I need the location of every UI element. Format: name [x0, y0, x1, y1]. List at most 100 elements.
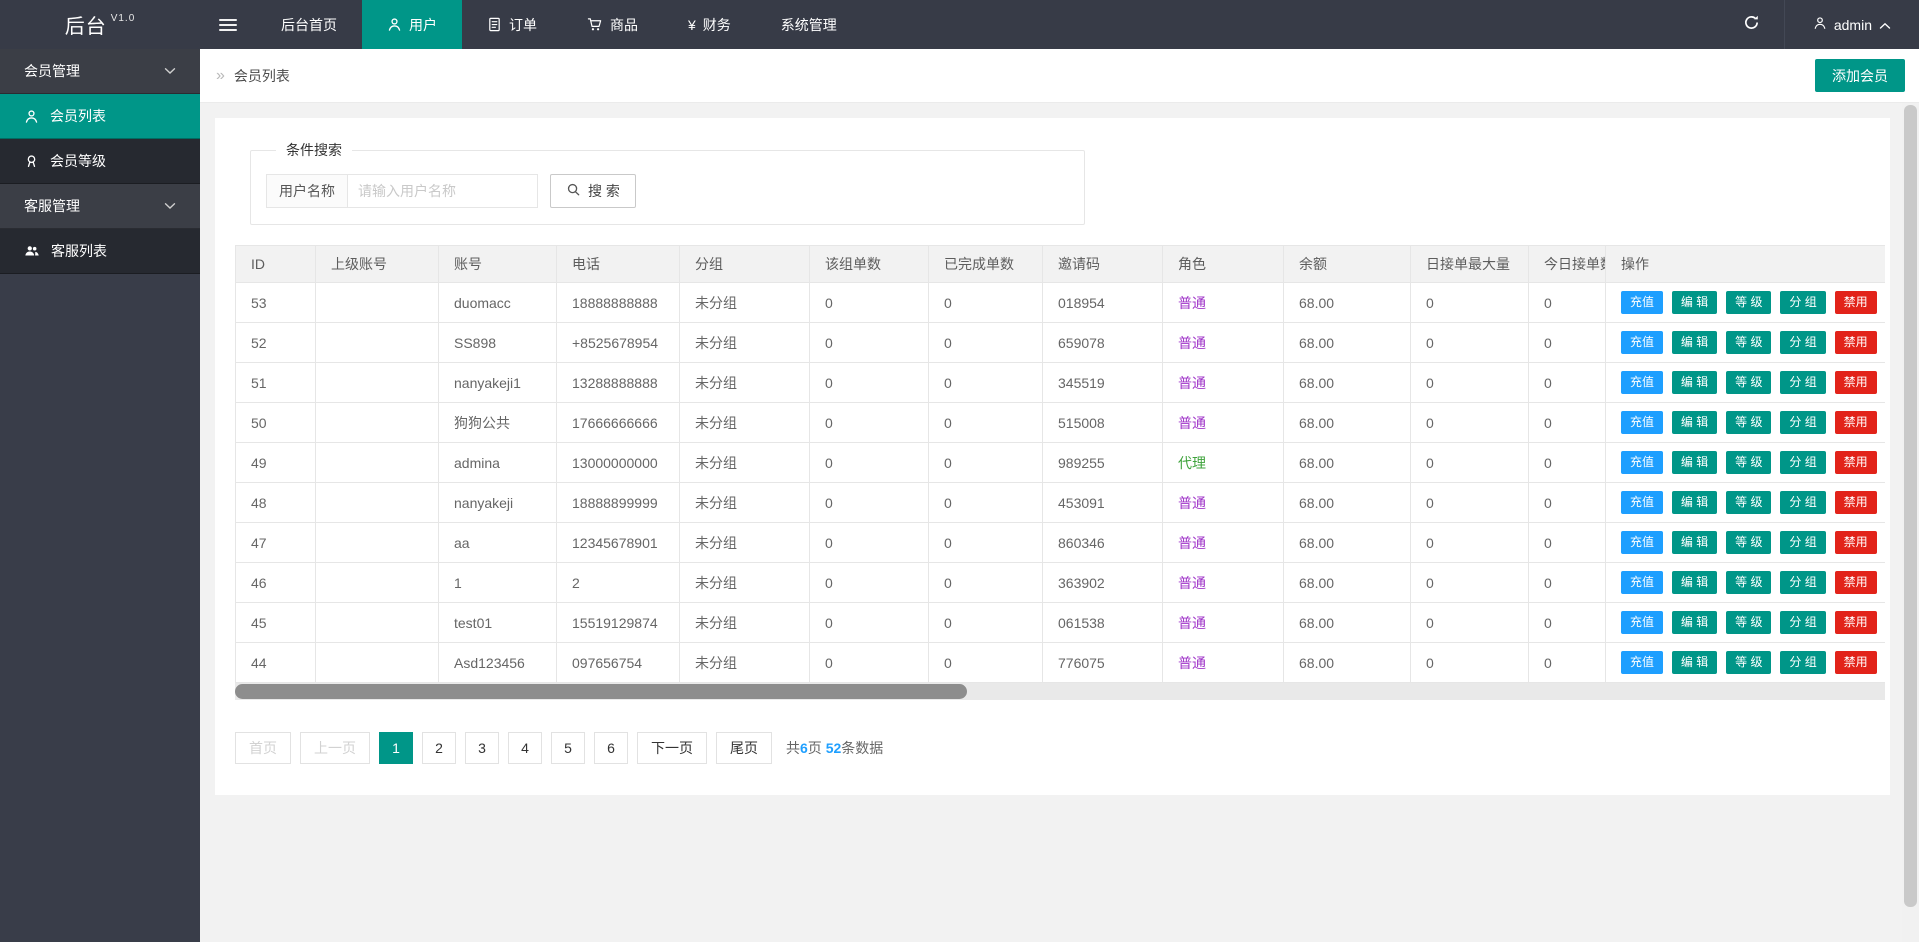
cell-role[interactable]: 普通	[1163, 283, 1284, 323]
recharge-button[interactable]: 充值	[1621, 571, 1663, 594]
username-input[interactable]	[348, 174, 538, 208]
cell-role[interactable]: 普通	[1163, 403, 1284, 443]
nav-item-goods[interactable]: 商品	[562, 0, 663, 49]
level-button[interactable]: 等 级	[1726, 571, 1771, 594]
disable-button[interactable]: 禁用	[1835, 371, 1877, 394]
recharge-button[interactable]: 充值	[1621, 411, 1663, 434]
disable-button[interactable]: 禁用	[1835, 571, 1877, 594]
disable-button[interactable]: 禁用	[1835, 491, 1877, 514]
sidebar-group-label: 客服管理	[24, 196, 80, 216]
prev-page-button[interactable]: 上一页	[300, 732, 370, 764]
nav-item-system[interactable]: 系统管理	[756, 0, 862, 49]
cell-parent-account	[316, 563, 439, 603]
next-page-button[interactable]: 下一页	[637, 732, 707, 764]
nav-item-orders[interactable]: 订单	[462, 0, 562, 49]
disable-button[interactable]: 禁用	[1835, 451, 1877, 474]
edit-button[interactable]: 编 辑	[1672, 651, 1717, 674]
page-button-2[interactable]: 2	[422, 732, 456, 764]
edit-button[interactable]: 编 辑	[1672, 331, 1717, 354]
disable-button[interactable]: 禁用	[1835, 531, 1877, 554]
col-header-today-orders: 今日接单数	[1529, 246, 1606, 283]
cell-role[interactable]: 普通	[1163, 643, 1284, 683]
cell-id: 50	[236, 403, 316, 443]
vertical-scrollbar[interactable]	[1902, 103, 1919, 942]
sidebar-item-member-level[interactable]: 会员等级	[0, 139, 200, 184]
sidebar-item-label: 会员等级	[50, 151, 106, 171]
page-button-1[interactable]: 1	[379, 732, 413, 764]
nav-item-users[interactable]: 用户	[362, 0, 462, 49]
recharge-button[interactable]: 充值	[1621, 291, 1663, 314]
group-button[interactable]: 分 组	[1780, 371, 1825, 394]
cell-role[interactable]: 普通	[1163, 563, 1284, 603]
level-button[interactable]: 等 级	[1726, 371, 1771, 394]
admin-menu[interactable]: admin	[1784, 0, 1919, 49]
nav-item-label: 订单	[509, 15, 537, 35]
group-button[interactable]: 分 组	[1780, 531, 1825, 554]
nav-item-finance[interactable]: ¥ 财务	[663, 0, 756, 49]
level-button[interactable]: 等 级	[1726, 651, 1771, 674]
sidebar-group-member-management[interactable]: 会员管理	[0, 49, 200, 94]
recharge-button[interactable]: 充值	[1621, 491, 1663, 514]
disable-button[interactable]: 禁用	[1835, 611, 1877, 634]
edit-button[interactable]: 编 辑	[1672, 531, 1717, 554]
recharge-button[interactable]: 充值	[1621, 371, 1663, 394]
edit-button[interactable]: 编 辑	[1672, 291, 1717, 314]
edit-button[interactable]: 编 辑	[1672, 491, 1717, 514]
horizontal-scrollbar[interactable]	[235, 683, 1885, 700]
cell-role[interactable]: 普通	[1163, 603, 1284, 643]
cell-role[interactable]: 普通	[1163, 523, 1284, 563]
page-button-5[interactable]: 5	[551, 732, 585, 764]
search-panel: 条件搜索 用户名称 搜 索	[250, 140, 1085, 225]
group-button[interactable]: 分 组	[1780, 291, 1825, 314]
page-button-6[interactable]: 6	[594, 732, 628, 764]
last-page-button[interactable]: 尾页	[716, 732, 772, 764]
cell-role[interactable]: 普通	[1163, 323, 1284, 363]
edit-button[interactable]: 编 辑	[1672, 411, 1717, 434]
cell-invite-code: 345519	[1043, 363, 1163, 403]
recharge-button[interactable]: 充值	[1621, 651, 1663, 674]
sidebar-item-service-list[interactable]: 客服列表	[0, 229, 200, 274]
recharge-button[interactable]: 充值	[1621, 531, 1663, 554]
refresh-button[interactable]	[1719, 0, 1784, 49]
group-button[interactable]: 分 组	[1780, 451, 1825, 474]
disable-button[interactable]: 禁用	[1835, 411, 1877, 434]
level-button[interactable]: 等 级	[1726, 411, 1771, 434]
level-button[interactable]: 等 级	[1726, 331, 1771, 354]
page-button-4[interactable]: 4	[508, 732, 542, 764]
group-button[interactable]: 分 组	[1780, 491, 1825, 514]
disable-button[interactable]: 禁用	[1835, 291, 1877, 314]
edit-button[interactable]: 编 辑	[1672, 611, 1717, 634]
group-button[interactable]: 分 组	[1780, 611, 1825, 634]
hamburger-menu-icon[interactable]	[200, 0, 256, 49]
group-button[interactable]: 分 组	[1780, 571, 1825, 594]
group-button[interactable]: 分 组	[1780, 411, 1825, 434]
disable-button[interactable]: 禁用	[1835, 651, 1877, 674]
recharge-button[interactable]: 充值	[1621, 611, 1663, 634]
cell-role[interactable]: 代理	[1163, 443, 1284, 483]
sidebar-item-member-list[interactable]: 会员列表	[0, 94, 200, 139]
level-button[interactable]: 等 级	[1726, 531, 1771, 554]
level-button[interactable]: 等 级	[1726, 611, 1771, 634]
disable-button[interactable]: 禁用	[1835, 331, 1877, 354]
horizontal-scrollbar-thumb[interactable]	[235, 684, 967, 699]
vertical-scrollbar-thumb[interactable]	[1904, 105, 1917, 907]
level-button[interactable]: 等 级	[1726, 291, 1771, 314]
group-button[interactable]: 分 组	[1780, 331, 1825, 354]
search-button[interactable]: 搜 索	[550, 174, 636, 208]
edit-button[interactable]: 编 辑	[1672, 451, 1717, 474]
level-button[interactable]: 等 级	[1726, 451, 1771, 474]
edit-button[interactable]: 编 辑	[1672, 371, 1717, 394]
add-member-button[interactable]: 添加会员	[1815, 59, 1905, 92]
level-button[interactable]: 等 级	[1726, 491, 1771, 514]
page-button-3[interactable]: 3	[465, 732, 499, 764]
cell-actions: 充值 编 辑 等 级 分 组 禁用	[1606, 603, 1886, 643]
nav-item-home[interactable]: 后台首页	[256, 0, 362, 49]
recharge-button[interactable]: 充值	[1621, 331, 1663, 354]
recharge-button[interactable]: 充值	[1621, 451, 1663, 474]
cell-role[interactable]: 普通	[1163, 363, 1284, 403]
group-button[interactable]: 分 组	[1780, 651, 1825, 674]
sidebar-group-service-management[interactable]: 客服管理	[0, 184, 200, 229]
cell-role[interactable]: 普通	[1163, 483, 1284, 523]
first-page-button[interactable]: 首页	[235, 732, 291, 764]
edit-button[interactable]: 编 辑	[1672, 571, 1717, 594]
